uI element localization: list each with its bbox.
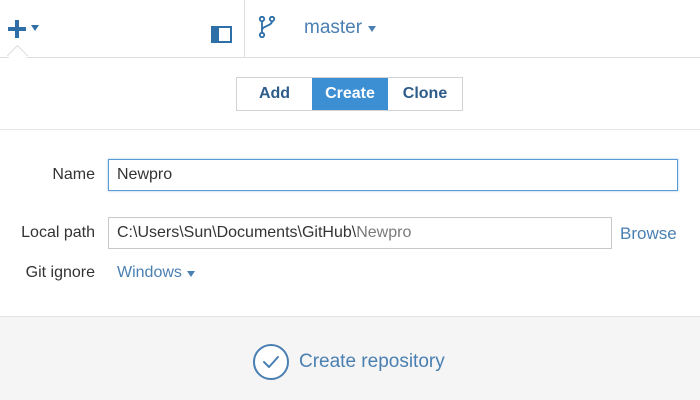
toolbar-divider xyxy=(244,0,245,57)
tab-create[interactable]: Create xyxy=(312,78,388,110)
local-path-input[interactable]: C:\Users\Sun\Documents\GitHub\ Newpro xyxy=(108,217,612,249)
branch-selector[interactable]: master xyxy=(304,16,377,40)
toolbar-separator xyxy=(0,57,700,58)
name-input-value: Newpro xyxy=(117,166,173,183)
chevron-down-icon xyxy=(31,25,39,31)
checkmark-icon xyxy=(263,356,279,368)
panel-toggle-icon[interactable] xyxy=(211,26,232,43)
local-path-label: Local path xyxy=(21,224,95,241)
browse-link[interactable]: Browse xyxy=(620,224,677,244)
create-repository-label: Create repository xyxy=(299,351,445,372)
git-ignore-dropdown[interactable]: Windows xyxy=(117,262,195,284)
git-ignore-value: Windows xyxy=(117,264,182,281)
name-label: Name xyxy=(52,166,95,183)
branch-icon xyxy=(258,16,276,38)
toolbar: master xyxy=(0,0,700,57)
name-input[interactable]: Newpro xyxy=(108,159,678,191)
create-repository-button[interactable]: Create repository xyxy=(253,342,445,382)
local-path-base: C:\Users\Sun\Documents\GitHub\ xyxy=(117,224,357,241)
branch-name: master xyxy=(304,17,363,38)
tab-add[interactable]: Add xyxy=(237,78,312,110)
add-menu-button[interactable] xyxy=(7,16,39,42)
local-path-leaf: Newpro xyxy=(356,224,412,241)
section-divider xyxy=(0,129,700,130)
plus-icon xyxy=(7,19,27,39)
mode-tabs: Add Create Clone xyxy=(236,77,463,111)
git-ignore-label: Git ignore xyxy=(25,264,95,281)
tab-clone[interactable]: Clone xyxy=(388,78,462,110)
check-circle-icon xyxy=(253,344,289,380)
chevron-down-icon xyxy=(368,26,377,32)
chevron-down-icon xyxy=(186,271,195,277)
